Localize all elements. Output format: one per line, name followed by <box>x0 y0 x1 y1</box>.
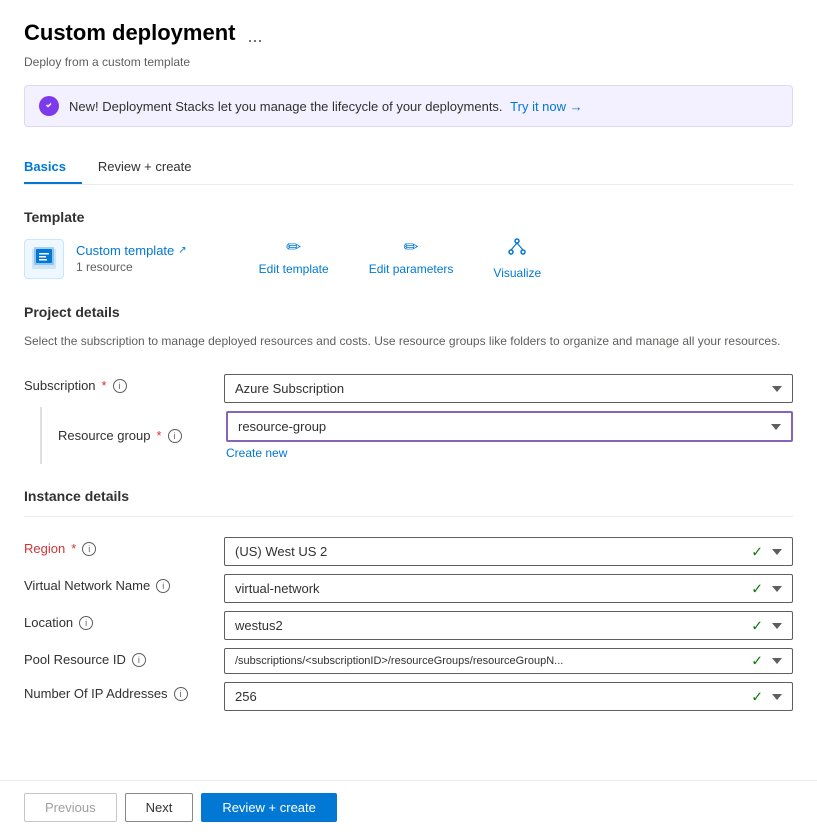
resource-group-indent: Resource group * i resource-group Create… <box>40 407 793 464</box>
tab-review-create[interactable]: Review + create <box>98 151 208 184</box>
virtual-network-select-wrapper: virtual-network ✓ <box>224 574 793 603</box>
instance-details-divider <box>24 516 793 517</box>
project-details-section: Project details Select the subscription … <box>24 304 793 464</box>
footer: Previous Next Review + create <box>0 780 817 834</box>
banner-link[interactable]: Try it now → <box>510 99 582 114</box>
deployment-stacks-banner: New! Deployment Stacks let you manage th… <box>24 85 793 127</box>
resource-group-select[interactable]: resource-group <box>226 411 793 442</box>
project-details-title: Project details <box>24 304 793 320</box>
pool-resource-id-label: Pool Resource ID i <box>24 644 224 675</box>
edit-parameters-action[interactable]: ✏ Edit parameters <box>369 237 454 280</box>
virtual-network-check-icon: ✓ <box>751 580 763 597</box>
subscription-required: * <box>102 378 107 393</box>
resource-group-select-group: resource-group <box>226 411 793 442</box>
banner-icon <box>39 96 59 116</box>
resource-group-required: * <box>157 428 162 443</box>
pool-resource-id-select-wrapper: /subscriptions/<subscriptionID>/resource… <box>224 648 793 674</box>
template-info: Custom template ↗ 1 resource <box>76 243 187 274</box>
project-details-description: Select the subscription to manage deploy… <box>24 332 793 350</box>
template-section-title: Template <box>24 209 793 225</box>
resource-group-control: resource-group Create new <box>226 407 793 464</box>
visualize-action[interactable]: Visualize <box>493 237 541 280</box>
edit-template-icon: ✏ <box>286 237 301 258</box>
instance-details-title: Instance details <box>24 488 793 504</box>
ip-addresses-control: 256 ✓ <box>224 678 793 715</box>
virtual-network-label: Virtual Network Name i <box>24 570 224 601</box>
pool-resource-id-check-icon: ✓ <box>751 653 763 670</box>
template-actions: ✏ Edit template ✏ Edit parameters <box>259 237 542 280</box>
ellipsis-button[interactable]: ... <box>243 22 266 51</box>
ip-addresses-select[interactable]: 256 <box>224 682 793 711</box>
location-control: westus2 ✓ <box>224 607 793 644</box>
template-link[interactable]: Custom template ↗ <box>76 243 187 258</box>
virtual-network-select[interactable]: virtual-network <box>224 574 793 603</box>
edit-parameters-icon: ✏ <box>404 237 419 258</box>
subscription-info-icon[interactable]: i <box>113 379 127 393</box>
template-section: Template Custom template ↗ 1 resource <box>24 209 793 280</box>
region-select-wrapper: (US) West US 2 ✓ <box>224 537 793 566</box>
tab-basics[interactable]: Basics <box>24 151 82 184</box>
pool-resource-id-select[interactable]: /subscriptions/<subscriptionID>/resource… <box>224 648 793 674</box>
external-link-icon: ↗ <box>178 245 186 256</box>
banner-text: New! Deployment Stacks let you manage th… <box>69 99 583 114</box>
edit-template-action[interactable]: ✏ Edit template <box>259 237 329 280</box>
page-subtitle: Deploy from a custom template <box>24 55 793 69</box>
review-create-button[interactable]: Review + create <box>201 793 337 822</box>
subscription-label: Subscription * i <box>24 370 224 401</box>
visualize-icon <box>507 237 527 262</box>
location-label: Location i <box>24 607 224 638</box>
create-new-link[interactable]: Create new <box>226 446 287 460</box>
region-label: Region * i <box>24 533 224 564</box>
region-check-icon: ✓ <box>751 543 763 560</box>
region-select[interactable]: (US) West US 2 <box>224 537 793 566</box>
previous-button[interactable]: Previous <box>24 793 117 822</box>
template-icon <box>24 239 64 279</box>
template-card: Custom template ↗ 1 resource ✏ Edit temp… <box>24 237 793 280</box>
template-resource-count: 1 resource <box>76 260 187 274</box>
ip-addresses-select-wrapper: 256 ✓ <box>224 682 793 711</box>
region-control: (US) West US 2 ✓ <box>224 533 793 570</box>
location-check-icon: ✓ <box>751 617 763 634</box>
project-details-form: Subscription * i Azure Subscription Reso… <box>24 370 793 464</box>
virtual-network-info-icon[interactable]: i <box>156 579 170 593</box>
instance-details-form: Region * i (US) West US 2 ✓ Virtual Netw… <box>24 533 793 715</box>
tab-bar: Basics Review + create <box>24 151 793 185</box>
subscription-select-group: Azure Subscription <box>224 374 793 403</box>
subscription-control: Azure Subscription <box>224 370 793 407</box>
location-select-wrapper: westus2 ✓ <box>224 611 793 640</box>
instance-details-section: Instance details Region * i (US) West US… <box>24 488 793 715</box>
pool-resource-id-info-icon[interactable]: i <box>132 653 146 667</box>
resource-group-info-icon[interactable]: i <box>168 429 182 443</box>
ip-addresses-check-icon: ✓ <box>751 688 763 705</box>
page-title: Custom deployment <box>24 20 235 46</box>
location-info-icon[interactable]: i <box>79 616 93 630</box>
region-info-icon[interactable]: i <box>82 542 96 556</box>
ip-addresses-label: Number Of IP Addresses i <box>24 678 224 709</box>
ip-addresses-info-icon[interactable]: i <box>174 687 188 701</box>
location-select[interactable]: westus2 <box>224 611 793 640</box>
next-button[interactable]: Next <box>125 793 194 822</box>
subscription-select[interactable]: Azure Subscription <box>224 374 793 403</box>
resource-group-label: Resource group * i <box>42 407 226 464</box>
pool-resource-id-control: /subscriptions/<subscriptionID>/resource… <box>224 644 793 678</box>
virtual-network-control: virtual-network ✓ <box>224 570 793 607</box>
